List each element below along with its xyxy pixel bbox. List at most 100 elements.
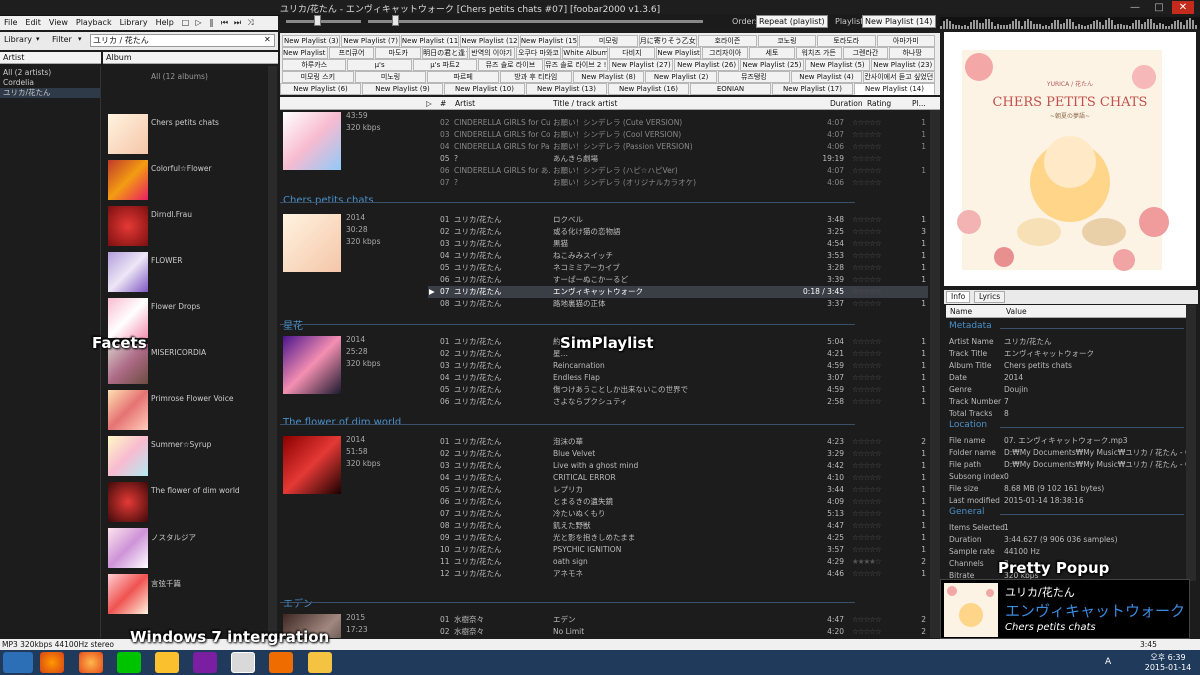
album-item-all[interactable]: All (12 albums) bbox=[106, 68, 276, 110]
menu-view[interactable]: View bbox=[45, 16, 72, 30]
track-row[interactable]: 01 ユリカ/花たん ロクベル 3:48 ☆☆☆☆☆ 1 bbox=[428, 214, 928, 226]
track-row[interactable]: 04 ユリカ/花たん ねこみみスイッチ 3:53 ☆☆☆☆☆ 1 bbox=[428, 250, 928, 262]
ime-indicator[interactable]: A bbox=[1105, 657, 1111, 667]
browser-icon[interactable] bbox=[79, 652, 103, 673]
firefox-icon[interactable] bbox=[40, 652, 64, 673]
play-button[interactable]: ▷ bbox=[193, 17, 204, 28]
track-rating[interactable]: ☆☆☆☆☆ bbox=[852, 472, 892, 484]
track-rating[interactable]: ☆☆☆☆☆ bbox=[852, 117, 892, 129]
search-app-icon[interactable] bbox=[269, 652, 293, 673]
track-rating[interactable]: ☆☆☆☆☆ bbox=[852, 484, 892, 496]
track-rating[interactable]: ☆☆☆☆☆ bbox=[852, 238, 892, 250]
library-dropdown[interactable]: Library bbox=[4, 35, 32, 44]
filter-dropdown[interactable]: Filter bbox=[52, 35, 72, 44]
tab-playlist[interactable]: 워치즈 가든 bbox=[795, 47, 842, 59]
track-row[interactable]: 08 ユリカ/花たん 飢えた野獣 4:47 ☆☆☆☆☆ 1 bbox=[428, 520, 928, 532]
tab-playlist[interactable]: 하나땅 bbox=[889, 47, 935, 59]
tab-playlist[interactable]: New Playlist (27) bbox=[609, 59, 674, 71]
track-rating[interactable]: ☆☆☆☆☆ bbox=[852, 250, 892, 262]
tab-playlist[interactable]: 세토 bbox=[749, 47, 795, 59]
info-row[interactable]: File name 07. エンヴィキャットウォーク.mp3 bbox=[946, 435, 1186, 447]
search-input[interactable] bbox=[90, 34, 275, 47]
track-rating[interactable]: ☆☆☆☆☆ bbox=[852, 460, 892, 472]
tab-playlist[interactable]: New Playlist (25) bbox=[739, 59, 805, 71]
album-item[interactable]: The flower of dim world bbox=[106, 482, 276, 524]
album-scrollbar[interactable] bbox=[268, 66, 277, 638]
seek-knob[interactable] bbox=[392, 15, 399, 26]
tab-playlist[interactable]: 호라이즌 bbox=[698, 35, 757, 47]
track-row[interactable]: 05 ユリカ/花たん 傷つけあうことしか出来ないこの世界で 4:59 ☆☆☆☆☆ 1 bbox=[428, 384, 928, 396]
folder-icon[interactable] bbox=[308, 652, 332, 673]
col-playcount[interactable]: Pl... bbox=[912, 99, 926, 108]
track-row[interactable]: 03 ユリカ/花たん Live with a ghost mind 4:42 ☆☆☆☆☆… bbox=[428, 460, 928, 472]
info-row[interactable]: File size 8.68 MB (9 102 161 bytes) bbox=[946, 483, 1186, 495]
track-row[interactable]: 06 ユリカ/花たん とまるきの遺失鏡 4:09 ☆☆☆☆☆ 1 bbox=[428, 496, 928, 508]
col-artist[interactable]: Artist bbox=[455, 99, 475, 108]
tab-playlist[interactable]: New Playlist (11) bbox=[400, 35, 460, 47]
tab-playlist[interactable]: New Playlist (26) bbox=[674, 59, 739, 71]
col-title[interactable]: Title / track artist bbox=[553, 99, 617, 108]
track-row[interactable]: 02 CINDERELLA GIRLS for Cu... お願い！シンデレラ (C… bbox=[428, 117, 928, 129]
tab-playlist[interactable]: 오쿠다 마와코 bbox=[515, 47, 562, 59]
tab-playlist[interactable]: New Playlist (15) bbox=[519, 35, 579, 47]
tray-time[interactable]: 오후 6:39 bbox=[1140, 652, 1196, 663]
track-row[interactable]: 07? お願い！シンデレラ (オリジナルカラオケ) 4:06 ☆☆☆☆☆ bbox=[428, 177, 928, 189]
tray-date[interactable]: 2015-01-14 bbox=[1140, 663, 1196, 672]
stop-button[interactable]: □ bbox=[180, 17, 191, 28]
close-button[interactable]: ✕ bbox=[1172, 1, 1194, 14]
info-row[interactable]: Track Title エンヴィキャットウォーク bbox=[946, 348, 1186, 360]
tab-playlist[interactable]: 마도카 bbox=[375, 47, 422, 59]
track-rating[interactable]: ☆☆☆☆☆ bbox=[852, 298, 892, 310]
track-row[interactable]: 04 ユリカ/花たん CRITICAL ERROR 4:10 ☆☆☆☆☆ 1 bbox=[428, 472, 928, 484]
track-row[interactable]: 10 ユリカ/花たん PSYCHIC IGNITION 3:57 ☆☆☆☆☆ 1 bbox=[428, 544, 928, 556]
menu-library[interactable]: Library bbox=[116, 16, 152, 30]
previous-button[interactable]: ⏮ bbox=[219, 17, 230, 28]
info-row[interactable]: Duration 3:44.627 (9 906 036 samples) bbox=[946, 534, 1186, 546]
info-row[interactable]: File path D:₩My Documents₩My Music₩ユリカ / … bbox=[946, 459, 1186, 471]
tab-playlist[interactable]: New Playlist (8) bbox=[572, 71, 645, 83]
track-row[interactable]: 02 ユリカ/花たん 或る化け猫の恋物語 3:25 ☆☆☆☆☆ 3 bbox=[428, 226, 928, 238]
album-item[interactable]: Colorful☆Flower bbox=[106, 160, 276, 202]
tab-playlist[interactable]: New Playlist (2) bbox=[645, 71, 717, 83]
album-item[interactable]: ノスタルジア bbox=[106, 528, 276, 570]
track-row[interactable]: 02 ユリカ/花たん Blue Velvet 3:29 ☆☆☆☆☆ 1 bbox=[428, 448, 928, 460]
clear-icon[interactable]: ✕ bbox=[264, 35, 271, 44]
track-rating[interactable]: ☆☆☆☆☆ bbox=[852, 177, 892, 189]
tab-playlist[interactable]: New Playlist (9) bbox=[362, 83, 443, 95]
track-row[interactable]: 09 ユリカ/花たん 光と影を抱きしめたまま 4:25 ☆☆☆☆☆ 1 bbox=[428, 532, 928, 544]
track-row[interactable]: 06 ユリカ/花たん さよならプクシュティ 2:58 ☆☆☆☆☆ 1 bbox=[428, 396, 928, 408]
foobar2000-icon[interactable] bbox=[231, 652, 255, 673]
info-col-value[interactable]: Value bbox=[1006, 307, 1027, 316]
tab-playlist[interactable]: 뮤즈 솔로 라이브 2 ! bbox=[543, 59, 608, 71]
tab-playlist[interactable]: 미모링 스키 bbox=[282, 71, 354, 83]
tab-playlist[interactable]: New Playlist (4) bbox=[790, 71, 863, 83]
playlist-scrollbar[interactable] bbox=[930, 110, 940, 638]
track-row[interactable]: 12 ユリカ/花たん アネモネ 4:46 ☆☆☆☆☆ 1 bbox=[428, 568, 928, 580]
album-item[interactable]: Chers petits chats bbox=[106, 114, 276, 156]
tab-playlist[interactable]: 미노링 bbox=[354, 71, 427, 83]
info-row[interactable]: Folder name D:₩My Documents₩My Music₩ユリカ … bbox=[946, 447, 1186, 459]
album-item[interactable]: FLOWER bbox=[106, 252, 276, 294]
info-row[interactable]: Artist Name ユリカ/花たん bbox=[946, 336, 1186, 348]
track-row[interactable]: 04 ユリカ/花たん Endless Flap 3:07 ☆☆☆☆☆ 1 bbox=[428, 372, 928, 384]
track-rating[interactable]: ☆☆☆☆☆ bbox=[852, 214, 892, 226]
track-rating[interactable]: ☆☆☆☆☆ bbox=[852, 396, 892, 408]
next-button[interactable]: ⏭ bbox=[232, 17, 243, 28]
info-scrollbar[interactable] bbox=[1186, 305, 1196, 581]
tab-playlist[interactable]: μ's bbox=[347, 59, 412, 71]
track-rating[interactable]: ☆☆☆☆☆ bbox=[852, 626, 892, 638]
info-row[interactable]: Total Tracks 8 bbox=[946, 408, 1186, 420]
track-rating[interactable]: ☆☆☆☆☆ bbox=[852, 226, 892, 238]
tab-playlist[interactable]: 아마가미 bbox=[876, 35, 935, 47]
tab-playlist[interactable]: White Album bbox=[562, 47, 608, 59]
track-row[interactable]: 04 CINDERELLA GIRLS for Pa... お願い！シンデレラ (P… bbox=[428, 141, 928, 153]
tab-playlist[interactable]: 반역의 이야기 bbox=[468, 47, 515, 59]
info-row[interactable]: Track Number 7 bbox=[946, 396, 1186, 408]
track-rating[interactable]: ☆☆☆☆☆ bbox=[852, 448, 892, 460]
track-row[interactable]: 03 ユリカ/花たん 黒猫 4:54 ☆☆☆☆☆ 1 bbox=[428, 238, 928, 250]
info-row[interactable]: Subsong index 0 bbox=[946, 471, 1186, 483]
group-header[interactable]: Chers petits chats bbox=[283, 195, 374, 206]
menu-file[interactable]: File bbox=[0, 16, 21, 30]
track-rating[interactable]: ☆☆☆☆☆ bbox=[852, 153, 892, 165]
album-item[interactable]: 言弦千篇 bbox=[106, 574, 276, 616]
